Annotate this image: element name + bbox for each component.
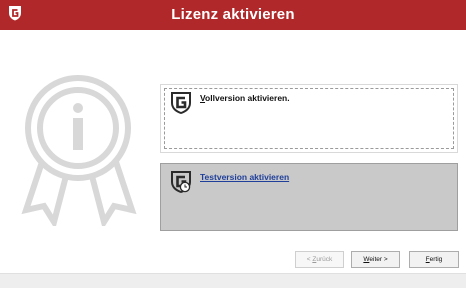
gdata-shield-icon <box>171 92 191 114</box>
next-button[interactable]: Weiter > <box>351 251 400 268</box>
finish-button[interactable]: Fertig <box>409 251 459 268</box>
info-award-ribbon-icon <box>21 75 137 226</box>
status-bar <box>0 273 466 288</box>
back-button[interactable]: < Zurück <box>295 251 344 268</box>
title-bar: Lizenz aktivieren <box>0 0 466 30</box>
window-title: Lizenz aktivieren <box>171 6 295 23</box>
trial-version-link[interactable]: Testversion aktivieren <box>200 172 289 182</box>
full-version-label[interactable]: Vollversion aktivieren. <box>200 93 290 103</box>
gdata-shield-timer-icon <box>171 171 191 193</box>
